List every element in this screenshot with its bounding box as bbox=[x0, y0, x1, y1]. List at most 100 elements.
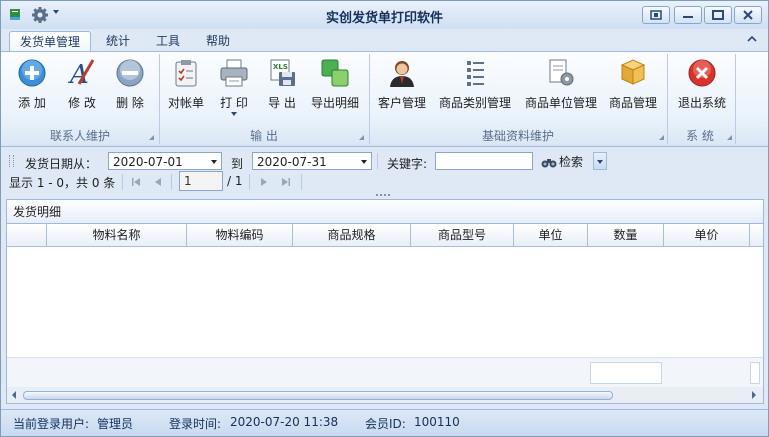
horizontal-scrollbar[interactable] bbox=[7, 387, 763, 403]
pager-info: 显示 1 - 0，共 0 条 bbox=[9, 176, 116, 190]
export-detail-button[interactable]: 导出明细 bbox=[307, 56, 363, 124]
tab-statistics[interactable]: 统计 bbox=[95, 31, 141, 51]
user-icon bbox=[390, 61, 414, 87]
export-button[interactable]: XLS 导 出 bbox=[259, 56, 305, 124]
product-management-button[interactable]: 商品管理 bbox=[605, 56, 661, 124]
boxes-icon bbox=[620, 59, 646, 85]
status-user: 管理员 bbox=[97, 417, 134, 431]
print-dropdown-icon[interactable] bbox=[231, 112, 237, 116]
tab-help[interactable]: 帮助 bbox=[195, 31, 241, 51]
export-button-label: 导 出 bbox=[268, 96, 296, 110]
ribbon-tabs: 发货单管理 统计 工具 帮助 bbox=[1, 29, 768, 52]
app-window: 实创发货单打印软件 发货单管理 统计 工具 帮助 添 加 A 修 改 删 除 联… bbox=[0, 0, 769, 437]
keyword-label: 关键字: bbox=[387, 157, 428, 171]
column-header-material-code[interactable]: 物料编码 bbox=[187, 224, 293, 246]
remove-circle-icon bbox=[116, 59, 144, 87]
keyword-input[interactable] bbox=[435, 152, 533, 170]
status-bar: 当前登录用户: 管理员 登录时间: 2020-07-20 11:38 会员ID:… bbox=[1, 409, 768, 436]
page-number-input[interactable]: 1 bbox=[179, 171, 223, 191]
xls-save-icon: XLS bbox=[270, 59, 295, 86]
print-button[interactable]: 打 印 bbox=[211, 56, 257, 124]
status-member-label: 会员ID: bbox=[365, 417, 406, 431]
tab-delivery-management[interactable]: 发货单管理 bbox=[9, 31, 91, 52]
print-button-label: 打 印 bbox=[220, 96, 248, 110]
toolbar-separator bbox=[171, 174, 172, 190]
printer-icon bbox=[220, 59, 248, 87]
toolbar-separator bbox=[249, 174, 250, 190]
date-from-picker[interactable]: 2020-07-01 bbox=[108, 152, 222, 170]
status-login-label: 登录时间: bbox=[169, 417, 222, 431]
row-indicator-header[interactable] bbox=[7, 224, 47, 246]
grid-body[interactable] bbox=[7, 247, 763, 357]
search-button[interactable]: 检索 bbox=[539, 153, 583, 171]
date-to-picker[interactable]: 2020-07-31 bbox=[252, 152, 372, 170]
close-button[interactable] bbox=[734, 6, 762, 24]
restore-layout-icon bbox=[650, 10, 662, 20]
customer-management-label: 客户管理 bbox=[377, 96, 426, 110]
previous-page-icon[interactable] bbox=[151, 175, 165, 189]
ribbon-collapse-icon[interactable] bbox=[746, 35, 758, 43]
page-total: / 1 bbox=[227, 174, 243, 188]
document-gear-icon bbox=[549, 59, 574, 86]
column-header-quantity[interactable]: 数量 bbox=[588, 224, 664, 246]
chevron-down-icon bbox=[597, 160, 603, 164]
delivery-detail-panel: 发货明细 物料名称 物料编码 商品规格 商品型号 单位 数量 单价 bbox=[6, 199, 764, 404]
column-header-material-name[interactable]: 物料名称 bbox=[47, 224, 187, 246]
exit-system-button[interactable]: 退出系统 bbox=[673, 56, 731, 124]
statement-button[interactable]: 对帐单 bbox=[163, 56, 209, 124]
category-management-button[interactable]: 商品类别管理 bbox=[435, 56, 515, 124]
export-detail-button-label: 导出明细 bbox=[310, 96, 359, 110]
edit-button[interactable]: A 修 改 bbox=[59, 56, 105, 124]
first-page-icon[interactable] bbox=[129, 175, 143, 189]
filter-toolbar: 发货日期从： 2020-07-01 到 2020-07-31 关键字: 检索 bbox=[1, 149, 768, 173]
delete-button[interactable]: 删 除 bbox=[107, 56, 153, 124]
date-from-value: 2020-07-01 bbox=[113, 155, 183, 169]
unit-management-button[interactable]: 商品单位管理 bbox=[521, 56, 601, 124]
group-launcher-icon[interactable] bbox=[149, 135, 154, 140]
group-label-output: 输 出 bbox=[250, 129, 278, 143]
maximize-button[interactable] bbox=[704, 6, 732, 24]
ribbon: 添 加 A 修 改 删 除 联系人维护 对帐单 打 印 XLS 导 出 导出明细… bbox=[1, 51, 768, 147]
scrollbar-thumb[interactable] bbox=[23, 391, 613, 400]
group-separator bbox=[735, 54, 736, 144]
category-management-label: 商品类别管理 bbox=[438, 96, 511, 110]
scroll-left-icon[interactable] bbox=[12, 391, 16, 399]
pager-toolbar: 显示 1 - 0，共 0 条 1 / 1 bbox=[1, 171, 768, 193]
toolbar-grip[interactable] bbox=[9, 155, 14, 167]
exit-system-label: 退出系统 bbox=[677, 96, 726, 110]
last-page-icon[interactable] bbox=[279, 175, 293, 189]
date-to-value: 2020-07-31 bbox=[257, 155, 327, 169]
delete-button-label: 删 除 bbox=[116, 96, 144, 110]
minimize-button[interactable] bbox=[674, 6, 702, 24]
group-launcher-icon[interactable] bbox=[359, 135, 364, 140]
column-header-spec[interactable]: 商品规格 bbox=[293, 224, 411, 246]
close-circle-icon bbox=[688, 59, 716, 87]
column-header-unit-price[interactable]: 单价 bbox=[664, 224, 750, 246]
toolbar-separator bbox=[122, 174, 123, 190]
add-button-label: 添 加 bbox=[18, 96, 46, 110]
restore-layout-button[interactable] bbox=[642, 6, 670, 24]
clipboard-checklist-icon bbox=[175, 60, 197, 87]
toolbar-separator bbox=[301, 174, 302, 190]
splitter-grip-icon[interactable] bbox=[375, 193, 391, 197]
add-circle-icon bbox=[18, 59, 46, 87]
status-member-id: 100110 bbox=[414, 415, 460, 429]
panel-title: 发货明细 bbox=[7, 200, 763, 224]
add-button[interactable]: 添 加 bbox=[9, 56, 55, 124]
summary-cell bbox=[750, 362, 760, 384]
next-page-icon[interactable] bbox=[257, 175, 271, 189]
group-launcher-icon[interactable] bbox=[727, 135, 732, 140]
grid-summary-footer bbox=[7, 357, 763, 388]
column-header-model[interactable]: 商品型号 bbox=[411, 224, 514, 246]
customer-management-button[interactable]: 客户管理 bbox=[375, 56, 429, 124]
group-launcher-icon[interactable] bbox=[659, 135, 664, 140]
status-user-label: 当前登录用户: bbox=[13, 417, 90, 431]
toolbar-separator bbox=[377, 153, 378, 169]
scroll-right-icon[interactable] bbox=[752, 391, 756, 399]
unit-management-label: 商品单位管理 bbox=[524, 96, 597, 110]
search-options-dropdown[interactable] bbox=[593, 152, 607, 170]
column-header-unit[interactable]: 单位 bbox=[514, 224, 588, 246]
group-label-basic-data: 基础资料维护 bbox=[481, 129, 554, 143]
chevron-down-icon bbox=[211, 160, 217, 164]
tab-tools[interactable]: 工具 bbox=[145, 31, 191, 51]
